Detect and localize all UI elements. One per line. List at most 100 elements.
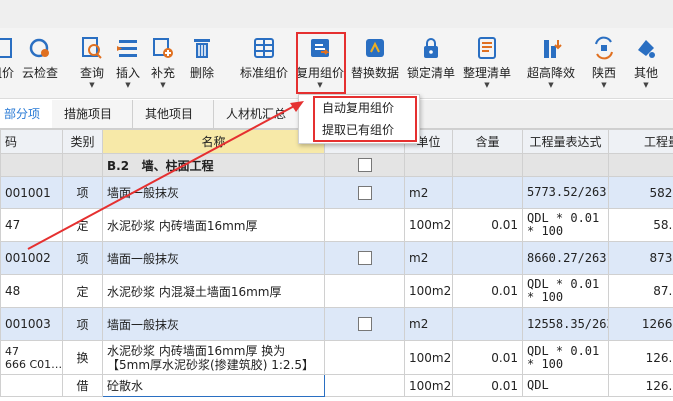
group-content-cell: [452, 153, 523, 177]
grid-price-icon: [0, 38, 12, 58]
table-row[interactable]: 001003 项 墙面一般抹灰 m2 12558.35/26312*26539.…: [0, 307, 673, 341]
row-name[interactable]: 墙面一般抹灰: [102, 176, 325, 209]
row-type: 项: [62, 176, 103, 209]
row-code: 47 666 C01…: [0, 340, 63, 375]
lock-checkbox[interactable]: [357, 251, 372, 266]
row-expression[interactable]: QDL * 0.01 * 100: [522, 208, 609, 242]
row-code: 001002: [0, 241, 63, 275]
lock-checkbox[interactable]: [357, 185, 372, 200]
row-unit: 100m2: [404, 208, 453, 242]
group-qty-cell: [608, 153, 673, 177]
row-quantity: 12667: [608, 307, 673, 341]
toolbar-label: 超高降效: [526, 66, 575, 80]
row-name[interactable]: 水泥砂浆 内砖墙面16mm厚: [102, 208, 325, 242]
lock-checkbox[interactable]: [357, 317, 372, 332]
row-code: 001001: [0, 176, 63, 209]
toolbar-button-insert[interactable]: 插入 ▼: [114, 30, 142, 92]
group-lock-cell: [324, 153, 405, 177]
dropdown-arrow-icon: ▼: [548, 81, 554, 89]
table-row[interactable]: 47 定 水泥砂浆 内砖墙面16mm厚 100m2 0.01 QDL * 0.0…: [0, 208, 673, 242]
row-lock-cell: [324, 176, 405, 209]
header-name: 名称: [102, 129, 325, 154]
tab-other-items[interactable]: 其他项目: [133, 100, 214, 128]
toolbar-button-height-efficiency[interactable]: 超高降效 ▼: [526, 30, 576, 92]
lock-checkbox[interactable]: [357, 158, 372, 173]
toolbar-label: 其他: [633, 66, 658, 80]
row-quantity: 126.6: [608, 374, 673, 397]
toolbar-top-band: [0, 0, 673, 28]
dropdown-arrow-icon: ▼: [643, 81, 649, 89]
row-name[interactable]: 墙面一般抹灰: [102, 307, 325, 341]
row-code: 48: [0, 274, 63, 308]
row-unit: 100m2: [404, 340, 453, 375]
row-expression[interactable]: 5773.52/26312*26539.8: [522, 176, 609, 209]
toolbar-button-other[interactable]: 其他 ▼: [632, 30, 660, 92]
row-lock-cell: [324, 208, 405, 242]
cloud-check-icon: [29, 38, 49, 58]
row-name[interactable]: 水泥砂浆 内砖墙面16mm厚 换为【5mm厚水泥砂浆(掺建筑胶) 1:2.5】: [102, 340, 325, 375]
bill-table: 码 类别 名称 单位 含量 工程量表达式 工程量 B.2 墙、柱面工程 0010…: [0, 129, 673, 397]
toolbar-label: 补充: [150, 66, 175, 80]
row-unit: m2: [404, 307, 453, 341]
row-type: 借: [62, 374, 103, 397]
group-unit-cell: [404, 153, 453, 177]
dropdown-arrow-icon: ▼: [160, 81, 166, 89]
table-row[interactable]: 47 666 C01… 换 水泥砂浆 内砖墙面16mm厚 换为【5mm厚水泥砂浆…: [0, 340, 673, 375]
group-expr-cell: [522, 153, 609, 177]
row-content: 0.01: [452, 274, 523, 308]
header-type: 类别: [62, 129, 103, 154]
toolbar-button-replace-data[interactable]: 替换数据: [350, 30, 400, 92]
supplement-icon: [153, 38, 173, 58]
toolbar-button-query[interactable]: 查询 ▼: [78, 30, 106, 92]
row-name[interactable]: 水泥砂浆 内混凝土墙面16mm厚: [102, 274, 325, 308]
row-expression[interactable]: QDL: [522, 374, 609, 397]
table-row[interactable]: 001002 项 墙面一般抹灰 m2 8660.27/26312*26539.8…: [0, 241, 673, 275]
group-row[interactable]: B.2 墙、柱面工程: [0, 153, 673, 177]
row-content: [452, 307, 523, 341]
row-lock-cell: [324, 340, 405, 375]
toolbar-button-region[interactable]: 陕西 ▼: [590, 30, 618, 92]
toolbar-button-delete[interactable]: 删除: [188, 30, 216, 92]
tab-labor-material-summary[interactable]: 人材机汇总: [214, 100, 309, 128]
highlight-box-dropdown: [313, 96, 417, 142]
table-row[interactable]: 001001 项 墙面一般抹灰 m2 5773.52/26312*26539.8…: [0, 176, 673, 209]
dropdown-arrow-icon: ▼: [601, 81, 607, 89]
table-row[interactable]: 48 定 水泥砂浆 内混凝土墙面16mm厚 100m2 0.01 QDL * 0…: [0, 274, 673, 308]
row-content: [452, 241, 523, 275]
row-content: [452, 176, 523, 209]
toolbar-label: 云检查: [21, 66, 58, 80]
trash-icon: [194, 39, 210, 58]
row-unit: 100m2: [404, 374, 453, 397]
toolbar-label: 查询: [79, 66, 104, 80]
toolbar-button-supplement[interactable]: 补充 ▼: [149, 30, 177, 92]
toolbar-label: 替换数据: [350, 66, 399, 80]
row-type: 项: [62, 241, 103, 275]
toolbar-button-organize-list[interactable]: 整理清单 ▼: [462, 30, 512, 92]
table-row[interactable]: 借 砼散水 100m2 0.01 QDL 126.6: [0, 374, 673, 397]
row-expression[interactable]: QDL * 0.01 * 100: [522, 274, 609, 308]
row-type: 定: [62, 208, 103, 242]
row-unit: m2: [404, 241, 453, 275]
row-name[interactable]: 砼散水: [102, 374, 325, 397]
row-quantity: 8735: [608, 241, 673, 275]
dropdown-arrow-icon: ▼: [125, 81, 131, 89]
row-content: 0.01: [452, 340, 523, 375]
toolbar-label: 插入: [115, 66, 140, 80]
row-type: 项: [62, 307, 103, 341]
row-code: [0, 374, 63, 397]
toolbar-button-cloud-check[interactable]: 云检查: [16, 30, 64, 92]
toolbar-button-lock-list[interactable]: 锁定清单: [406, 30, 456, 92]
tab-measures[interactable]: 措施项目: [52, 100, 133, 128]
group-code-cell: [0, 153, 63, 177]
toolbar-button-standard-price[interactable]: 标准组价: [238, 30, 290, 92]
row-quantity: 126.6: [608, 340, 673, 375]
row-type: 定: [62, 274, 103, 308]
row-quantity: 5823: [608, 176, 673, 209]
row-name[interactable]: 墙面一般抹灰: [102, 241, 325, 275]
toolbar-label: 删除: [189, 66, 214, 80]
row-expression[interactable]: 8660.27/26312*26539.8: [522, 241, 609, 275]
row-expression[interactable]: 12558.35/26312*26539.8: [522, 307, 609, 341]
dropdown-arrow-icon: ▼: [89, 81, 95, 89]
other-icon: [638, 40, 655, 58]
row-expression[interactable]: QDL * 0.01 * 100: [522, 340, 609, 375]
